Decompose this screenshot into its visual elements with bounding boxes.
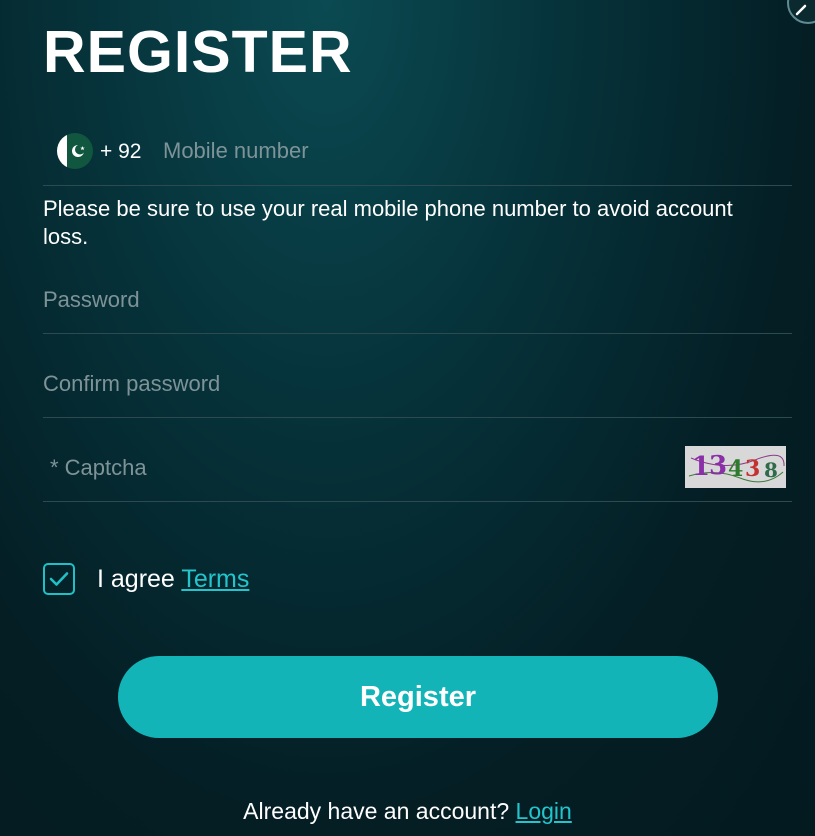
- terms-link[interactable]: Terms: [181, 565, 249, 593]
- mobile-number-field: + 92: [43, 118, 792, 186]
- captcha-digit: 3: [709, 451, 727, 481]
- mobile-number-input[interactable]: [163, 138, 663, 164]
- password-field: [43, 266, 792, 334]
- agree-terms-row: I agree Terms: [43, 561, 249, 597]
- register-button[interactable]: Register: [118, 656, 718, 738]
- crescent-star-icon: [72, 144, 85, 157]
- captcha-digit: 4: [728, 456, 743, 482]
- pakistan-flag-icon[interactable]: [57, 133, 93, 169]
- login-prompt: Already have an account? Login: [0, 798, 815, 825]
- agree-label-text: I agree: [97, 564, 182, 593]
- login-link[interactable]: Login: [516, 798, 572, 824]
- edit-corner-button[interactable]: [787, 0, 815, 24]
- pencil-icon: [795, 4, 807, 16]
- captcha-image[interactable]: 1 3 4 3 8: [685, 446, 786, 488]
- confirm-password-field: [43, 350, 792, 418]
- checkmark-icon: [49, 572, 69, 586]
- phone-hint-text: Please be sure to use your real mobile p…: [43, 196, 733, 249]
- password-input[interactable]: [43, 287, 643, 313]
- page-title: REGISTER: [43, 19, 353, 85]
- agree-checkbox[interactable]: [43, 563, 75, 595]
- dial-code[interactable]: + 92: [100, 140, 141, 164]
- confirm-password-input[interactable]: [43, 371, 643, 397]
- agree-label: I agree Terms: [97, 565, 249, 594]
- captcha-field: 1 3 4 3 8: [43, 434, 792, 502]
- captcha-input[interactable]: [50, 455, 650, 481]
- captcha-digit: 1: [692, 452, 710, 482]
- captcha-digit: 3: [745, 456, 760, 482]
- login-prompt-text: Already have an account?: [243, 798, 516, 824]
- captcha-digit: 8: [764, 458, 778, 482]
